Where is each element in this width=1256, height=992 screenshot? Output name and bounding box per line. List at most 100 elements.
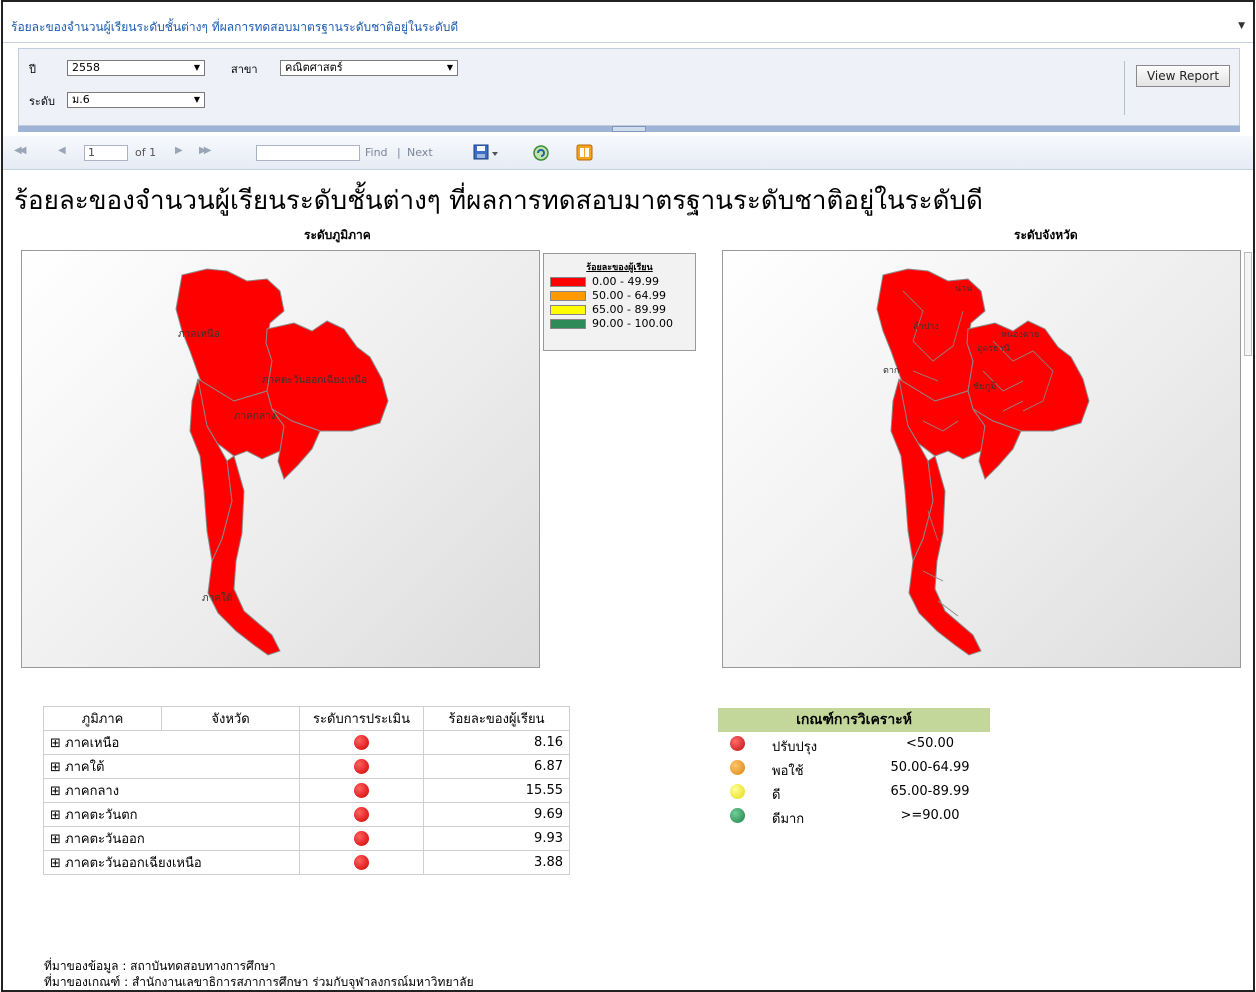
value-cell: 3.88 xyxy=(423,850,570,875)
report-menu-title[interactable]: ร้อยละของจำนวนผู้เรียนระดับชั้นต่างๆ ที่… xyxy=(11,18,458,37)
last-page-icon[interactable]: ▶▶ xyxy=(199,145,212,156)
refresh-icon[interactable] xyxy=(531,143,551,163)
criteria-row: ดีมาก >=90.00 xyxy=(718,804,990,828)
parameter-panel: ปี 2558 ▼ สาขา คณิตศาสตร์ ▼ ระดับ ม.6 ▼ Vie… xyxy=(18,48,1240,126)
legend-swatch xyxy=(550,290,586,301)
status-red-dot xyxy=(354,759,369,774)
analysis-criteria: เกณฑ์การวิเคราะห์ ปรับปรุง <50.00 พอใช้ … xyxy=(718,708,990,828)
map-label: ตาก xyxy=(883,366,899,376)
legend-swatch xyxy=(550,304,586,315)
status-cell xyxy=(299,754,424,779)
next-page-icon[interactable]: ▶ xyxy=(175,145,183,156)
chevron-down-icon: ▼ xyxy=(193,63,200,72)
legend-item: 90.00 - 100.00 xyxy=(550,317,695,330)
table-row[interactable]: ⊞ ภาคตะวันออกเฉียงเหนือ 3.88 xyxy=(43,850,570,875)
map-label: ลำปาง xyxy=(913,321,939,332)
next-link[interactable]: Next xyxy=(407,146,433,159)
table-row[interactable]: ⊞ ภาคตะวันออก 9.93 xyxy=(43,826,570,851)
provincial-map-title: ระดับจังหวัด xyxy=(1014,228,1078,242)
legend-item: 50.00 - 64.99 xyxy=(550,289,695,302)
status-cell xyxy=(299,826,424,851)
chevron-down-icon: ▼ xyxy=(193,95,200,104)
table-row[interactable]: ⊞ ภาคกลาง 15.55 xyxy=(43,778,570,803)
map-label: หนองคาย xyxy=(1001,330,1039,340)
year-select[interactable]: 2558 ▼ xyxy=(67,60,205,76)
find-input[interactable] xyxy=(256,145,360,161)
criteria-row: ดี 65.00-89.99 xyxy=(718,780,990,804)
table-row[interactable]: ⊞ ภาคใต้ 6.87 xyxy=(43,754,570,779)
legend-item: 0.00 - 49.99 xyxy=(550,275,695,288)
view-report-button[interactable]: View Report xyxy=(1136,65,1230,87)
value-cell: 15.55 xyxy=(423,778,570,803)
criteria-title: เกณฑ์การวิเคราะห์ xyxy=(718,708,990,732)
criteria-range: 65.00-89.99 xyxy=(890,784,970,799)
region-cell[interactable]: ⊞ ภาคใต้ xyxy=(43,754,300,779)
criteria-range: 50.00-64.99 xyxy=(890,760,970,775)
value-cell: 9.69 xyxy=(423,802,570,827)
legend-label: 65.00 - 89.99 xyxy=(592,303,666,316)
column-header: ระดับการประเมิน xyxy=(299,706,424,731)
table-row[interactable]: ⊞ ภาคตะวันตก 9.69 xyxy=(43,802,570,827)
region-cell[interactable]: ⊞ ภาคเหนือ xyxy=(43,730,300,755)
year-label: ปี xyxy=(29,63,36,76)
level-select[interactable]: ม.6 ▼ xyxy=(67,92,205,108)
status-cell xyxy=(299,778,424,803)
subject-select-value: คณิตศาสตร์ xyxy=(285,61,343,74)
regional-map[interactable]: ภาคเหนือ ภาคตะวันออกเฉียงเหนือ ภาคกลาง ภ… xyxy=(21,250,540,668)
legend-title: ร้อยละของผู้เรียน xyxy=(586,263,653,273)
legend-label: 50.00 - 64.99 xyxy=(592,289,666,302)
page-number-input[interactable]: 1 xyxy=(84,145,128,161)
report-title: ร้อยละของจำนวนผู้เรียนระดับชั้นต่างๆ ที่… xyxy=(14,186,983,216)
map-scroll-edge xyxy=(1244,252,1252,356)
legend-swatch xyxy=(550,318,586,329)
region-cell[interactable]: ⊞ ภาคตะวันออก xyxy=(43,826,300,851)
splitter-grip[interactable] xyxy=(612,126,646,132)
region-cell[interactable]: ⊞ ภาคกลาง xyxy=(43,778,300,803)
criteria-row: พอใช้ 50.00-64.99 xyxy=(718,756,990,780)
find-separator: | xyxy=(397,146,401,159)
column-header: ภูมิภาค xyxy=(43,706,162,731)
status-cell xyxy=(299,730,424,755)
print-icon[interactable] xyxy=(575,143,595,163)
divider xyxy=(1124,61,1125,115)
legend-item: 65.00 - 89.99 xyxy=(550,303,695,316)
map-label: ภาคกลาง xyxy=(234,411,276,422)
criteria-orange-dot xyxy=(730,760,745,775)
status-red-dot xyxy=(354,855,369,870)
status-red-dot xyxy=(354,735,369,750)
value-cell: 9.93 xyxy=(423,826,570,851)
value-cell: 8.16 xyxy=(423,730,570,755)
criteria-green-dot xyxy=(730,808,745,823)
regional-map-title: ระดับภูมิภาค xyxy=(304,228,371,242)
chevron-down-icon[interactable]: ▼ xyxy=(1238,21,1245,31)
find-link[interactable]: Find xyxy=(365,146,388,159)
criteria-label: ดีมาก xyxy=(772,812,805,827)
parameter-splitter[interactable] xyxy=(18,126,1240,132)
export-icon[interactable] xyxy=(473,144,499,162)
criteria-source-note: ที่มาของเกณฑ์ : สำนักงานเลขาธิการสภาการศ… xyxy=(44,975,474,989)
region-cell[interactable]: ⊞ ภาคตะวันออกเฉียงเหนือ xyxy=(43,850,300,875)
report-toolbar: ◀◀ ◀ 1 of 1 ▶ ▶▶ Find | Next xyxy=(3,136,1253,170)
color-legend: ร้อยละของผู้เรียน 0.00 - 49.99 50.00 - 6… xyxy=(543,253,696,351)
thailand-province-map: น่าน ลำปาง หนองคาย อุดรธานี ตาก ชัยภูมิ xyxy=(876,268,1090,656)
level-select-value: ม.6 xyxy=(72,93,90,106)
map-label: อุดรธานี xyxy=(977,343,1010,354)
chevron-down-icon: ▼ xyxy=(446,63,453,72)
first-page-icon[interactable]: ◀◀ xyxy=(14,145,27,156)
legend-label: 0.00 - 49.99 xyxy=(592,275,659,288)
status-red-dot xyxy=(354,807,369,822)
map-label: ภาคตะวันออกเฉียงเหนือ xyxy=(262,374,367,386)
criteria-range: <50.00 xyxy=(905,736,955,751)
provincial-map[interactable]: น่าน ลำปาง หนองคาย อุดรธานี ตาก ชัยภูมิ xyxy=(722,250,1241,668)
criteria-label: พอใช้ xyxy=(772,764,804,779)
criteria-label: ดี xyxy=(772,788,781,803)
table-row[interactable]: ⊞ ภาคเหนือ 8.16 xyxy=(43,730,570,755)
year-select-value: 2558 xyxy=(72,61,100,74)
region-cell[interactable]: ⊞ ภาคตะวันตก xyxy=(43,802,300,827)
value-cell: 6.87 xyxy=(423,754,570,779)
region-results-table: ภูมิภาค จังหวัด ระดับการประเมิน ร้อยละขอ… xyxy=(43,706,570,875)
criteria-row: ปรับปรุง <50.00 xyxy=(718,732,990,756)
status-cell xyxy=(299,850,424,875)
prev-page-icon[interactable]: ◀ xyxy=(58,145,66,156)
subject-select[interactable]: คณิตศาสตร์ ▼ xyxy=(280,60,458,76)
